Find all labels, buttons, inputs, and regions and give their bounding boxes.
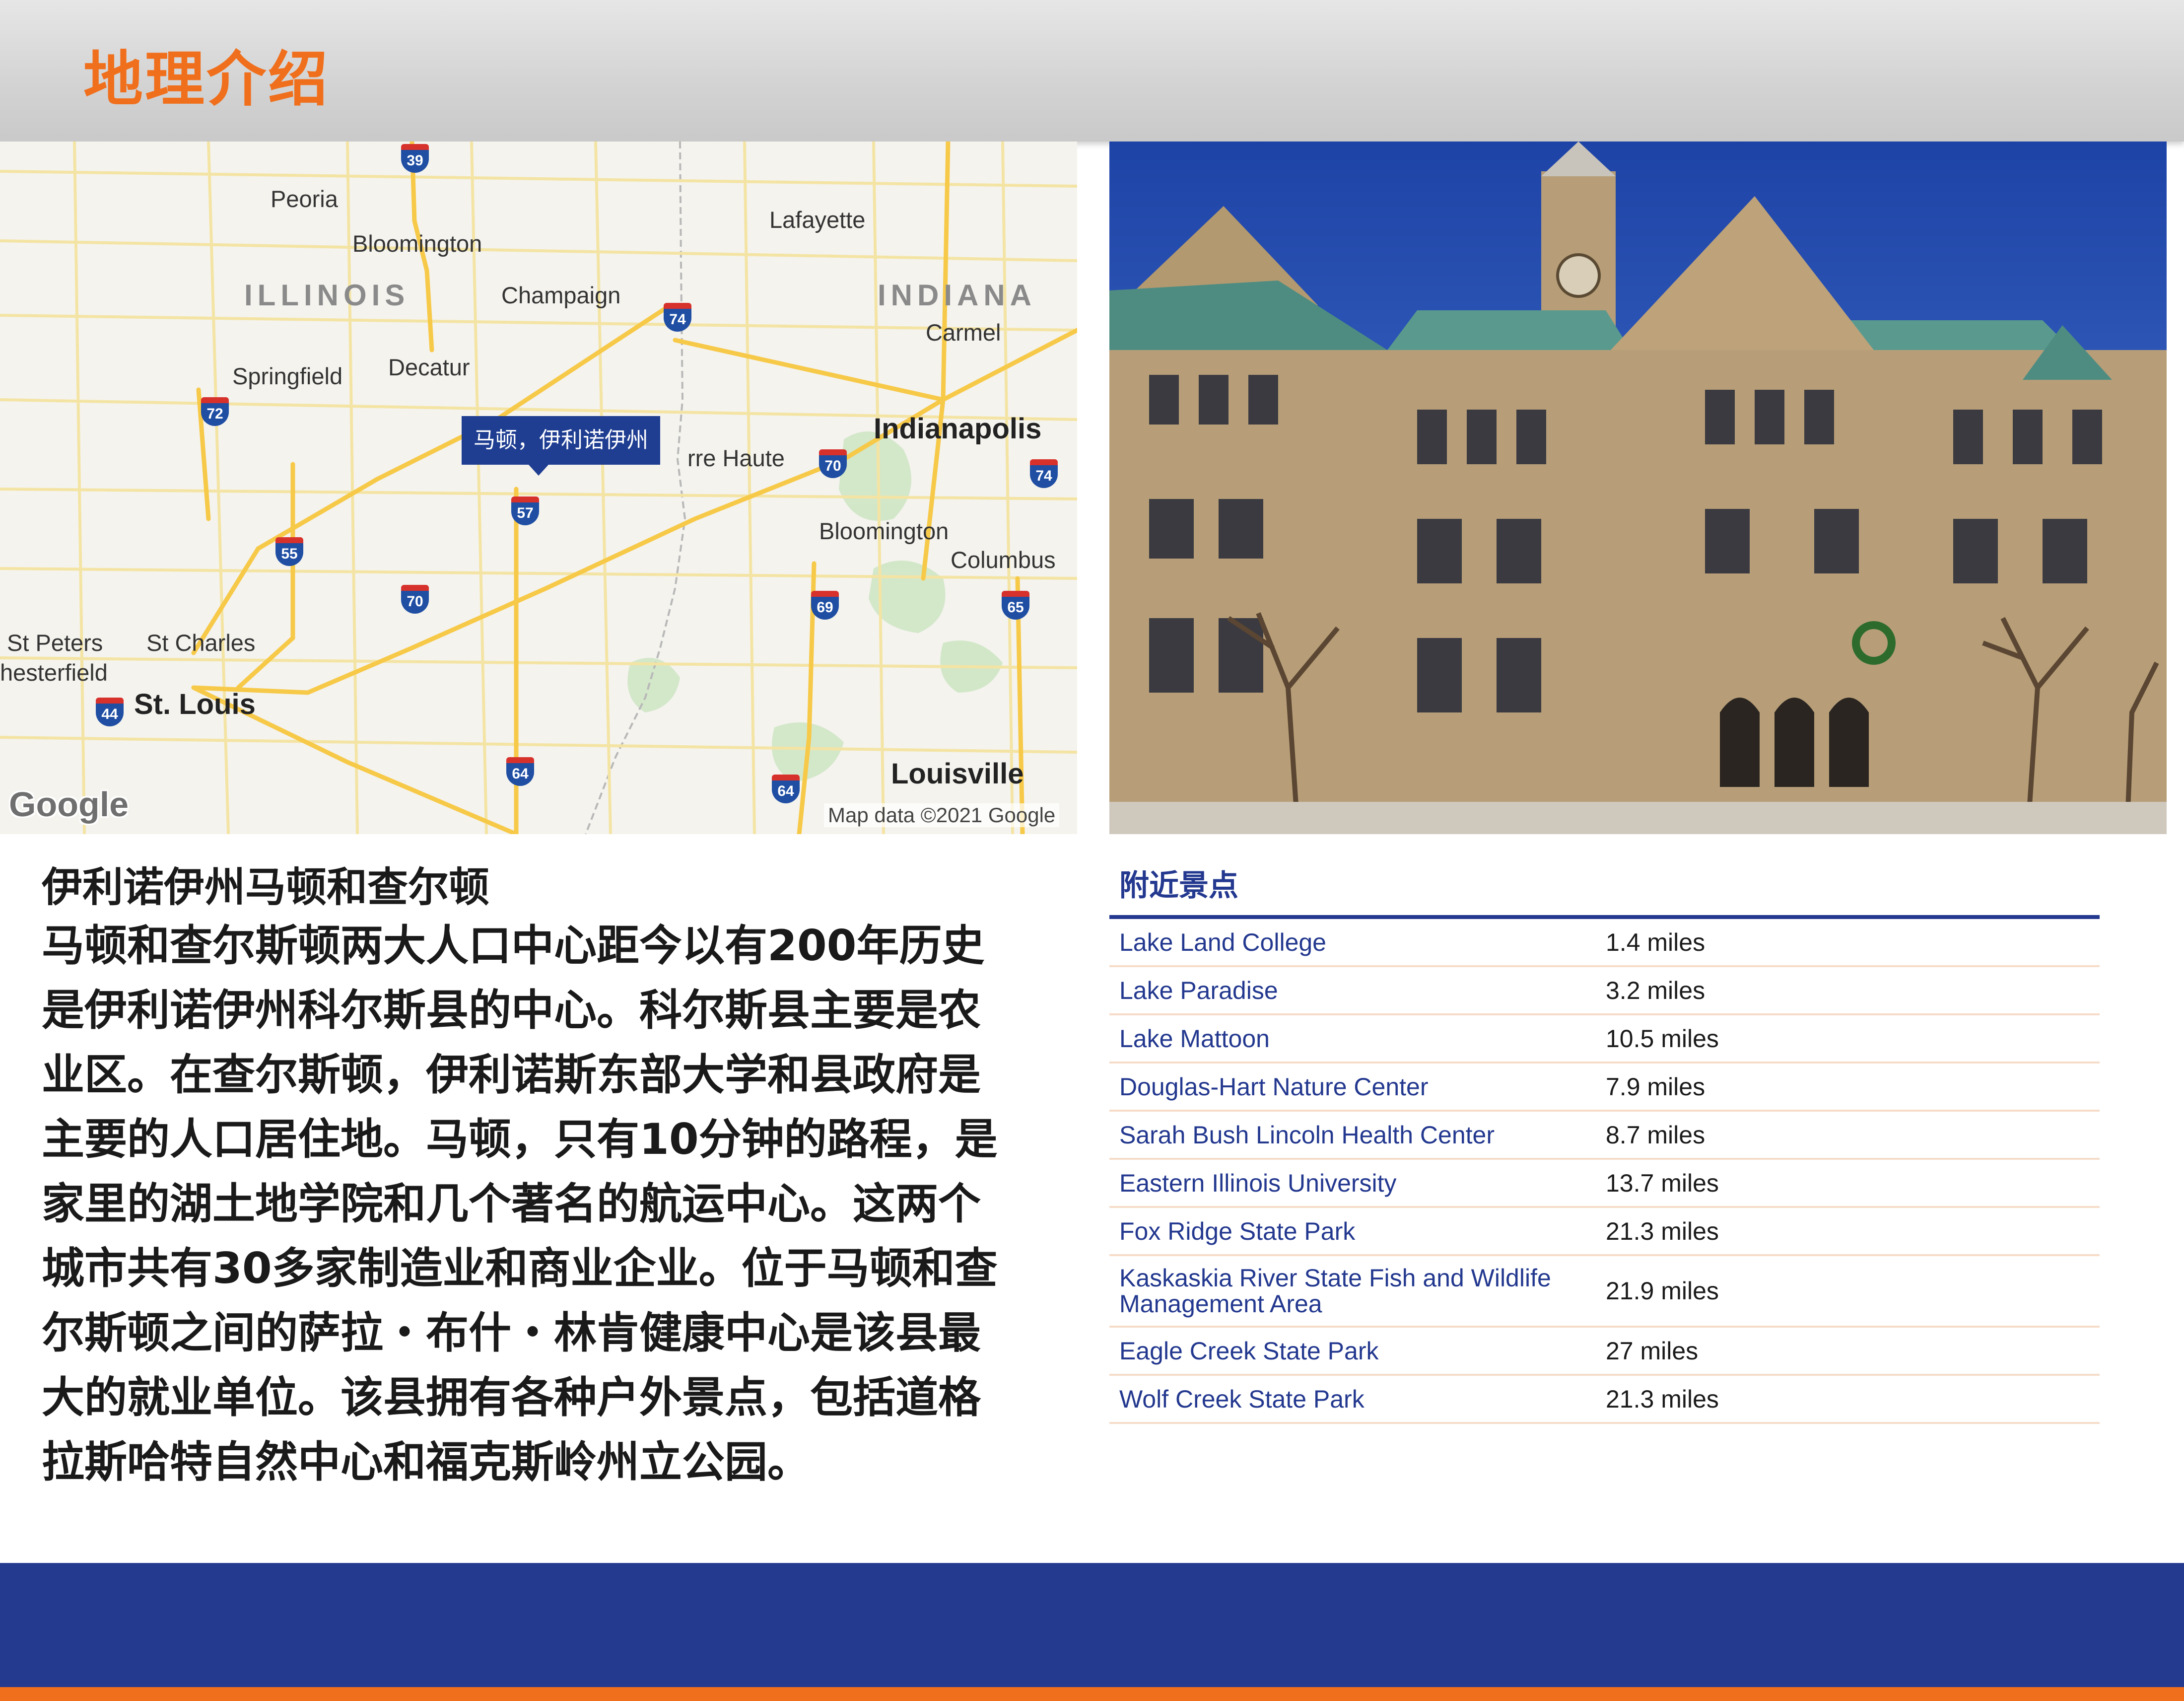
paragraph-line: 马顿和查尔斯顿两大人口中心距今以有200年历史 [42, 921, 985, 971]
interstate-shield: 70 [401, 585, 429, 614]
location-map[interactable]: Peoria Lafayette Bloomington ILLINOIS Ch… [0, 142, 1077, 834]
interstate-shield: 74 [664, 303, 691, 332]
courthouse-photo [1109, 142, 2167, 834]
attraction-name[interactable]: Eastern Illinois University [1109, 1159, 1606, 1208]
attraction-distance: 21.3 miles [1606, 1207, 2100, 1256]
attraction-distance: 13.7 miles [1606, 1159, 2100, 1208]
nearby-attractions-title: 附近景点 [1119, 868, 1238, 903]
map-city-st-peters: St Peters [7, 630, 103, 656]
attraction-distance: 1.4 miles [1606, 919, 2100, 967]
table-row: Wolf Creek State Park 21.3 miles [1109, 1375, 2100, 1424]
section-title: 伊利诺伊州马顿和查尔顿 [42, 864, 490, 911]
courthouse-illustration [1109, 142, 2167, 834]
table-row: Sarah Bush Lincoln Health Center 8.7 mil… [1109, 1111, 2100, 1160]
map-city-champaign: Champaign [501, 282, 621, 308]
map-city-decatur: Decatur [388, 354, 470, 380]
paragraph-line: 家里的湖土地学院和几个著名的航运中心。这两个 [42, 1179, 981, 1229]
attraction-name[interactable]: Sarah Bush Lincoln Health Center [1109, 1111, 1606, 1160]
paragraph-line: 业区。在查尔斯顿，伊利诺斯东部大学和县政府是 [42, 1050, 981, 1100]
interstate-shield: 57 [511, 496, 539, 525]
attraction-name[interactable]: Kaskaskia River State Fish and Wildlife … [1109, 1255, 1606, 1328]
attraction-name[interactable]: Douglas-Hart Nature Center [1109, 1063, 1606, 1112]
map-location-marker[interactable]: 马顿，伊利诺伊州 [462, 416, 660, 476]
attraction-distance: 21.3 miles [1606, 1375, 2100, 1424]
map-roads [0, 142, 1077, 834]
paragraph-line: 主要的人口居住地。马顿，只有10分钟的路程，是 [42, 1115, 998, 1164]
interstate-shield: 72 [201, 397, 229, 426]
map-state-illinois: ILLINOIS [244, 279, 410, 312]
table-row: Lake Paradise 3.2 miles [1109, 966, 2100, 1015]
table-row: Lake Mattoon 10.5 miles [1109, 1014, 2100, 1063]
attraction-name[interactable]: Lake Paradise [1109, 966, 1606, 1015]
nearby-attractions-table: Lake Land College 1.4 miles Lake Paradis… [1109, 919, 2100, 1424]
google-logo: Google [9, 785, 129, 824]
map-city-indianapolis: Indianapolis [874, 413, 1042, 445]
description-paragraph: 马顿和查尔斯顿两大人口中心距今以有200年历史 是伊利诺伊州科尔斯县的中心。科尔… [42, 914, 1034, 1494]
attraction-distance: 3.2 miles [1606, 966, 2100, 1015]
map-city-terre-haute: rre Haute [687, 445, 785, 471]
attraction-distance: 7.9 miles [1606, 1063, 2100, 1112]
attraction-distance: 10.5 miles [1606, 1014, 2100, 1063]
map-city-columbus: Columbus [951, 547, 1056, 573]
interstate-shield: 64 [772, 775, 800, 803]
interstate-shield: 70 [819, 449, 847, 478]
paragraph-line: 大的就业单位。该县拥有各种户外景点，包括道格 [42, 1373, 981, 1422]
map-city-louisville: Louisville [891, 758, 1024, 790]
footer-accent-stripe [0, 1687, 2184, 1701]
attraction-distance: 27 miles [1606, 1327, 2100, 1376]
table-header-rule [1109, 915, 2100, 919]
map-city-peoria: Peoria [271, 186, 338, 212]
attraction-distance: 8.7 miles [1606, 1111, 2100, 1160]
map-city-bloomington-il: Bloomington [352, 230, 482, 257]
table-row: Lake Land College 1.4 miles [1109, 919, 2100, 967]
map-city-st-charles: St Charles [146, 630, 256, 656]
page-title: 地理介绍 [83, 45, 330, 114]
table-row: Douglas-Hart Nature Center 7.9 miles [1109, 1063, 2100, 1112]
interstate-shield: 55 [275, 537, 303, 566]
paragraph-line: 尔斯顿之间的萨拉・布什・林肯健康中心是该县最 [42, 1308, 981, 1358]
interstate-shield: 44 [96, 698, 124, 726]
interstate-shield: 39 [401, 144, 429, 173]
map-city-chesterfield: hesterfield [0, 659, 108, 686]
attraction-distance: 21.9 miles [1606, 1255, 2100, 1328]
header-bar: 地理介绍 [0, 0, 2184, 142]
attraction-name[interactable]: Lake Land College [1109, 919, 1606, 967]
table-row: Eagle Creek State Park 27 miles [1109, 1327, 2100, 1376]
table-row: Kaskaskia River State Fish and Wildlife … [1109, 1255, 2100, 1328]
map-city-lafayette: Lafayette [769, 207, 866, 233]
map-city-st-louis: St. Louis [134, 688, 256, 720]
table-row: Fox Ridge State Park 21.3 miles [1109, 1207, 2100, 1256]
map-state-indiana: INDIANA [878, 279, 1036, 312]
interstate-shield: 65 [1002, 591, 1029, 620]
paragraph-line: 城市共有30多家制造业和商业企业。位于马顿和查 [42, 1244, 998, 1293]
attraction-name[interactable]: Lake Mattoon [1109, 1014, 1606, 1063]
footer-bar [0, 1563, 2184, 1687]
attraction-name[interactable]: Wolf Creek State Park [1109, 1375, 1606, 1424]
paragraph-line: 拉斯哈特自然中心和福克斯岭州立公园。 [42, 1437, 810, 1487]
paragraph-line: 是伊利诺伊州科尔斯县的中心。科尔斯县主要是农 [42, 986, 981, 1035]
map-attribution: Map data ©2021 Google [824, 803, 1060, 827]
map-city-springfield: Springfield [232, 363, 343, 389]
map-city-bloomington-in: Bloomington [819, 518, 949, 544]
attraction-name[interactable]: Fox Ridge State Park [1109, 1207, 1606, 1256]
interstate-shield: 69 [811, 591, 839, 620]
attraction-name[interactable]: Eagle Creek State Park [1109, 1327, 1606, 1376]
interstate-shield: 64 [506, 757, 534, 786]
map-city-carmel: Carmel [926, 319, 1001, 346]
table-row: Eastern Illinois University 13.7 miles [1109, 1159, 2100, 1208]
interstate-shield: 74 [1030, 459, 1058, 488]
